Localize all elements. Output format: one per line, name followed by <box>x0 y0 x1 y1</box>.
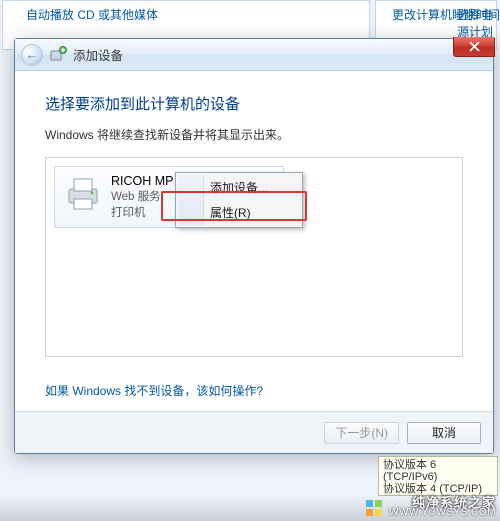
cancel-button[interactable]: 取消 <box>407 422 481 444</box>
back-button[interactable]: ← <box>21 44 43 66</box>
back-arrow-icon: ← <box>26 47 39 62</box>
watermark: 纯净系统之家 WWW.YCWSYS.COM <box>0 495 500 521</box>
close-icon <box>469 41 480 52</box>
subtext: Windows 将继续查找新设备并将其显示出来。 <box>45 126 463 143</box>
context-menu: 添加设备... 属性(R) <box>175 172 303 228</box>
link-autoplay[interactable]: 自动播放 CD 或其他媒体 <box>26 6 158 23</box>
next-button[interactable]: 下一步(N) <box>324 422 399 444</box>
printer-icon <box>63 173 103 213</box>
titlebar: ← 添加设备 <box>15 39 493 71</box>
device-list-area: RICOH MP C3503 Web 服务 打印机 添加设备... 属性(R) <box>45 157 463 357</box>
heading: 选择要添加到此计算机的设备 <box>45 93 463 114</box>
help-link[interactable]: 如果 Windows 找不到设备，该如何操作? <box>45 382 263 399</box>
watermark-logo-icon <box>365 499 383 517</box>
add-device-wizard-window: ← 添加设备 选择要添加到此计算机的设备 Windows 将继续查找新设备并将其… <box>14 38 494 454</box>
background-tooltip-fragment: 协议版本 6 (TCP/IPv6) 协议版本 4 (TCP/IP) 排发程序协议… <box>378 456 498 496</box>
wizard-footer: 下一步(N) 取消 <box>15 411 493 453</box>
fragment-line-1: 协议版本 6 (TCP/IPv6) <box>383 459 493 483</box>
watermark-url: WWW.YCWSYS.COM <box>389 507 496 519</box>
wizard-content: 选择要添加到此计算机的设备 Windows 将继续查找新设备并将其显示出来。 R… <box>15 71 493 411</box>
add-device-icon <box>49 46 67 64</box>
menu-item-properties[interactable]: 属性(R) <box>178 200 300 225</box>
fragment-line-2: 协议版本 4 (TCP/IP) <box>383 483 493 495</box>
close-button[interactable] <box>453 37 495 57</box>
window-title: 添加设备 <box>73 45 123 64</box>
menu-item-add-device[interactable]: 添加设备... <box>178 175 300 200</box>
link-power-plan[interactable]: 选择电源计划 <box>457 6 500 40</box>
